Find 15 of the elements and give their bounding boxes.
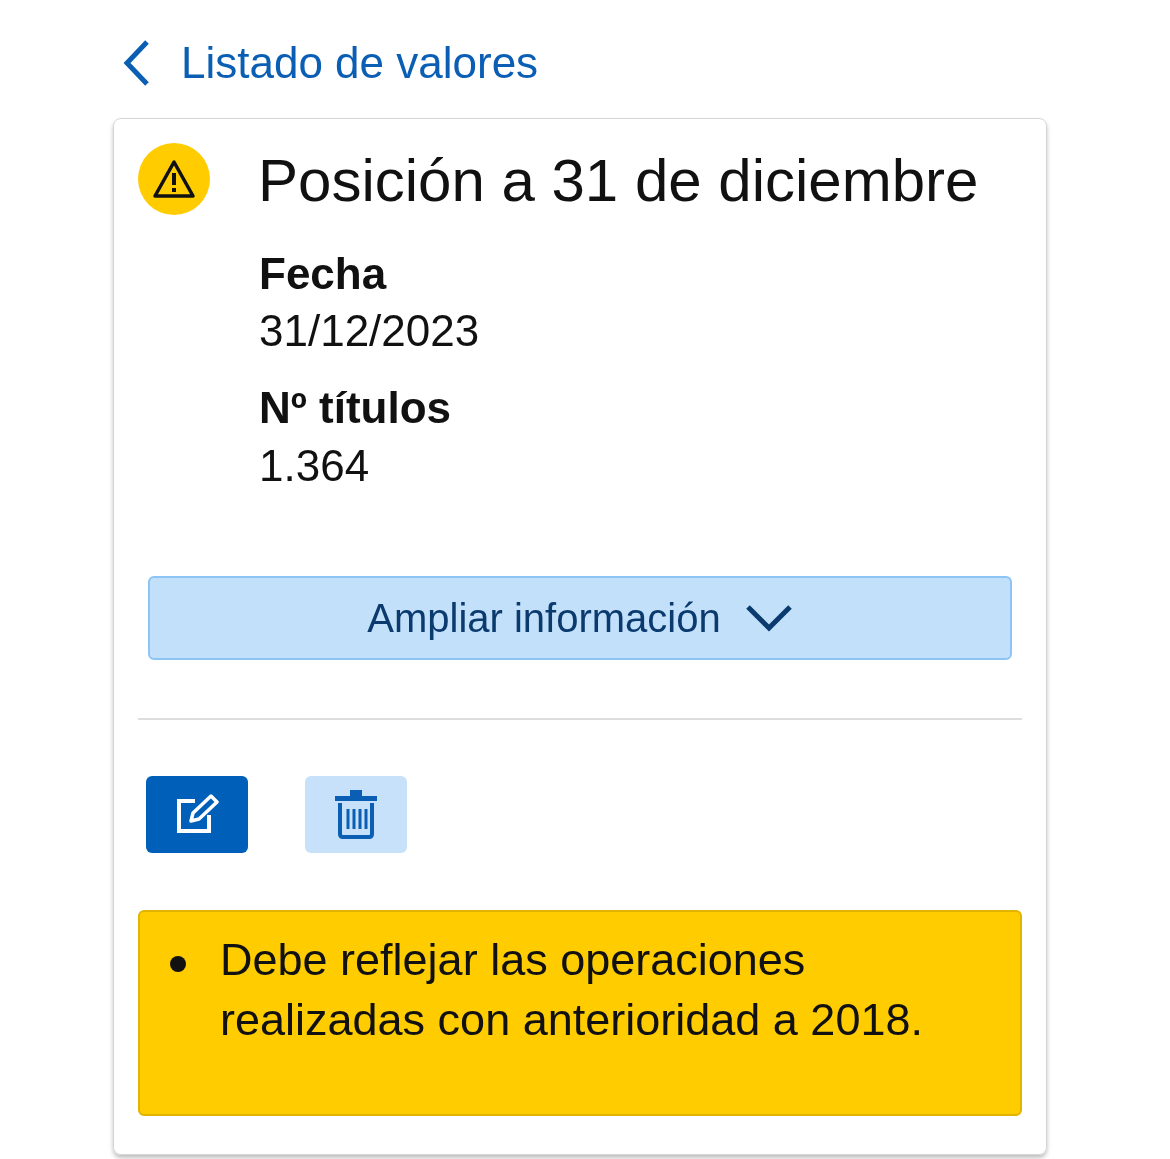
chevron-left-icon (121, 39, 151, 87)
chevron-down-icon (744, 603, 793, 632)
edit-button[interactable] (146, 775, 248, 853)
expand-button[interactable]: Ampliar información (148, 575, 1012, 660)
pencil-square-icon (175, 793, 219, 836)
trash-icon (333, 789, 379, 840)
field-value: 1.364 (259, 439, 371, 492)
bullet-icon (170, 955, 186, 972)
field-value: 31/12/2023 (259, 305, 481, 358)
delete-button[interactable] (305, 775, 407, 853)
notice-text: Debe reflejar las operaciones realizadas con anterioridad a 2018. (220, 932, 924, 1047)
field-label: Nº títulos (259, 382, 453, 435)
card-title: Posición a 31 de diciembre (258, 149, 979, 215)
back-link[interactable]: Listado de valores (121, 30, 539, 96)
field-label: Fecha (259, 248, 388, 300)
